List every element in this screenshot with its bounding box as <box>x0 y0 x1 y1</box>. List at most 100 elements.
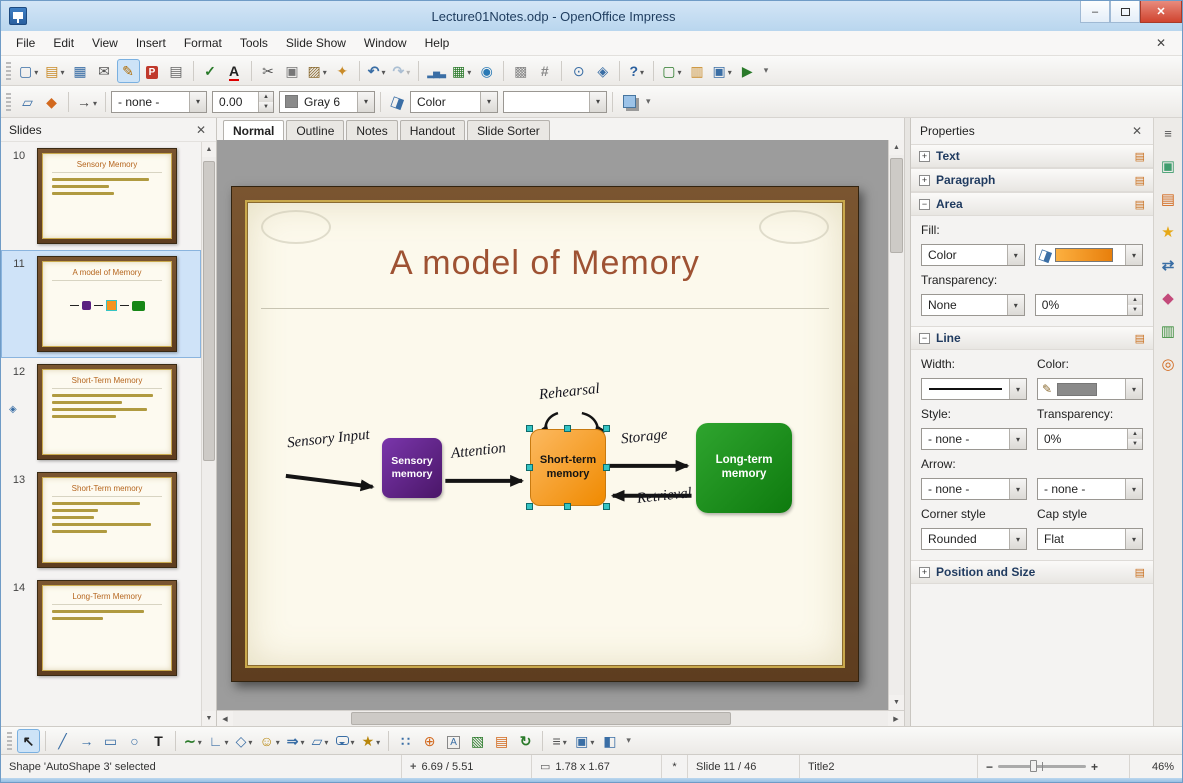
collapse-icon[interactable]: − <box>919 198 930 210</box>
rotate-button[interactable] <box>514 729 537 753</box>
hyperlink-button[interactable] <box>475 59 498 83</box>
tab-outline[interactable]: Outline <box>286 120 345 140</box>
more-options-icon[interactable] <box>1135 174 1145 187</box>
edit-file-toggle[interactable] <box>116 58 140 83</box>
export-pdf-button[interactable] <box>141 59 164 83</box>
tab-handout[interactable]: Handout <box>399 120 466 140</box>
dropdown-button[interactable] <box>1009 379 1026 399</box>
navigator-deck-icon[interactable] <box>1156 352 1180 376</box>
arrow-end-select[interactable]: - none - <box>1037 478 1143 500</box>
selection-handle[interactable] <box>603 503 610 510</box>
dropdown-button[interactable] <box>1125 245 1142 265</box>
scroll-up-icon[interactable]: ▲ <box>889 140 904 155</box>
arrow-start-select[interactable]: - none - <box>921 478 1027 500</box>
shadow-button[interactable] <box>618 90 641 114</box>
zoom-slider-thumb[interactable] <box>1029 760 1037 772</box>
line-style-select[interactable]: - none - <box>921 428 1027 450</box>
line-style-select[interactable]: - none - <box>111 90 208 113</box>
arrow-style-button[interactable] <box>74 90 100 114</box>
slide-thumbnail-14[interactable]: 14 Long-Term Memory <box>1 574 201 682</box>
curve-tool-button[interactable] <box>181 729 205 753</box>
maximize-button[interactable] <box>1110 1 1140 23</box>
toolbar-grip[interactable] <box>6 61 11 80</box>
toolbar-grip[interactable] <box>7 731 12 750</box>
scroll-down-icon[interactable]: ▼ <box>202 711 216 726</box>
area-fill-color-select[interactable] <box>1034 244 1143 266</box>
scroll-left-icon[interactable]: ◀ <box>217 711 233 726</box>
corner-style-select[interactable]: Rounded <box>921 528 1027 550</box>
toolbar-overflow-button[interactable]: ▾ <box>642 96 655 107</box>
shape-sensory-memory[interactable]: Sensory memory <box>382 438 442 498</box>
edit-points-tool-button[interactable] <box>394 729 417 753</box>
slide-editing-surface[interactable]: A model of Memory Sensory Input Attentio… <box>231 186 859 682</box>
transparency-spinner[interactable]: 0% ▲ ▼ <box>1034 294 1143 316</box>
menu-view[interactable]: View <box>83 32 127 54</box>
selection-handle[interactable] <box>603 425 610 432</box>
text-tool-button[interactable] <box>147 729 170 753</box>
gluepoints-button[interactable] <box>40 90 63 114</box>
fill-type-select[interactable]: Color <box>410 90 499 113</box>
duplicate-slide-button[interactable] <box>710 59 735 83</box>
slides-panel-scrollbar[interactable]: ▲ ▼ <box>201 142 216 726</box>
basic-shapes-button[interactable] <box>232 729 255 753</box>
arrow-line-tool-button[interactable] <box>75 729 98 753</box>
email-button[interactable] <box>93 59 116 83</box>
selection-handle[interactable] <box>564 425 571 432</box>
zoom-slider[interactable]: − + <box>978 755 1130 778</box>
styles-deck-icon[interactable] <box>1156 286 1180 310</box>
close-document-button[interactable]: ✕ <box>1146 34 1176 52</box>
section-area-header[interactable]: − Area <box>911 192 1153 216</box>
slide-thumbnail-11-selected[interactable]: 11 A model of Memory <box>1 250 201 358</box>
slide-transition-indicator-icon[interactable]: ◈ <box>9 404 17 415</box>
tab-slide-sorter[interactable]: Slide Sorter <box>467 120 550 140</box>
flowchart-button[interactable] <box>309 729 332 753</box>
symbol-shapes-button[interactable] <box>256 729 282 753</box>
slide-design-button[interactable] <box>686 59 709 83</box>
minimize-button[interactable]: – <box>1080 1 1110 23</box>
scrollbar-thumb[interactable] <box>203 161 215 461</box>
more-options-icon[interactable] <box>1135 198 1145 211</box>
alignment-button[interactable] <box>548 729 571 753</box>
vertical-scrollbar[interactable]: ▲ ▼ <box>888 140 904 710</box>
custom-animation-deck-icon[interactable] <box>1156 220 1180 244</box>
selection-handle[interactable] <box>526 503 533 510</box>
spellcheck-button[interactable] <box>199 59 222 83</box>
shape-long-term-memory[interactable]: Long-term memory <box>696 423 792 513</box>
auto-spellcheck-button[interactable] <box>223 59 246 83</box>
fill-color-select[interactable] <box>503 90 608 113</box>
rectangle-tool-button[interactable] <box>99 729 122 753</box>
dropdown-button[interactable] <box>1009 479 1026 499</box>
cap-style-select[interactable]: Flat <box>1037 528 1143 550</box>
more-options-icon[interactable] <box>1135 332 1145 345</box>
area-style-button[interactable] <box>386 90 409 114</box>
zoom-percentage[interactable]: 46% <box>1130 755 1182 778</box>
insert-table-button[interactable] <box>449 59 474 83</box>
help-button[interactable] <box>625 59 648 83</box>
undo-button[interactable] <box>365 59 389 83</box>
edit-points-button[interactable] <box>16 90 39 114</box>
dropdown-button[interactable] <box>1125 479 1142 499</box>
slide-thumbnail-12[interactable]: 12 ◈ Short-Term Memory <box>1 358 201 466</box>
cut-button[interactable] <box>257 59 280 83</box>
dropdown-button[interactable] <box>480 91 498 112</box>
sidebar-settings-icon[interactable] <box>1156 121 1180 145</box>
save-button[interactable] <box>69 59 92 83</box>
paste-button[interactable] <box>305 59 330 83</box>
scroll-right-icon[interactable]: ▶ <box>888 711 904 726</box>
more-options-icon[interactable] <box>1135 150 1145 163</box>
scroll-down-icon[interactable]: ▼ <box>889 695 904 710</box>
gluepoints-tool-button[interactable] <box>418 729 441 753</box>
sidebar-close-button[interactable]: ✕ <box>1130 124 1144 138</box>
stars-button[interactable] <box>359 729 384 753</box>
section-position-size-header[interactable]: + Position and Size <box>911 560 1153 584</box>
shape-short-term-memory-selected[interactable]: Short-term memory <box>526 425 610 510</box>
expand-icon[interactable]: + <box>919 150 930 162</box>
dropdown-button[interactable] <box>1006 295 1024 315</box>
dropdown-button[interactable] <box>1125 529 1142 549</box>
menu-window[interactable]: Window <box>355 32 416 54</box>
insert-chart-button[interactable] <box>424 59 448 83</box>
dropdown-button[interactable] <box>1006 245 1024 265</box>
section-text-header[interactable]: + Text <box>911 144 1153 168</box>
open-button[interactable] <box>42 59 67 83</box>
selection-handle[interactable] <box>564 503 571 510</box>
